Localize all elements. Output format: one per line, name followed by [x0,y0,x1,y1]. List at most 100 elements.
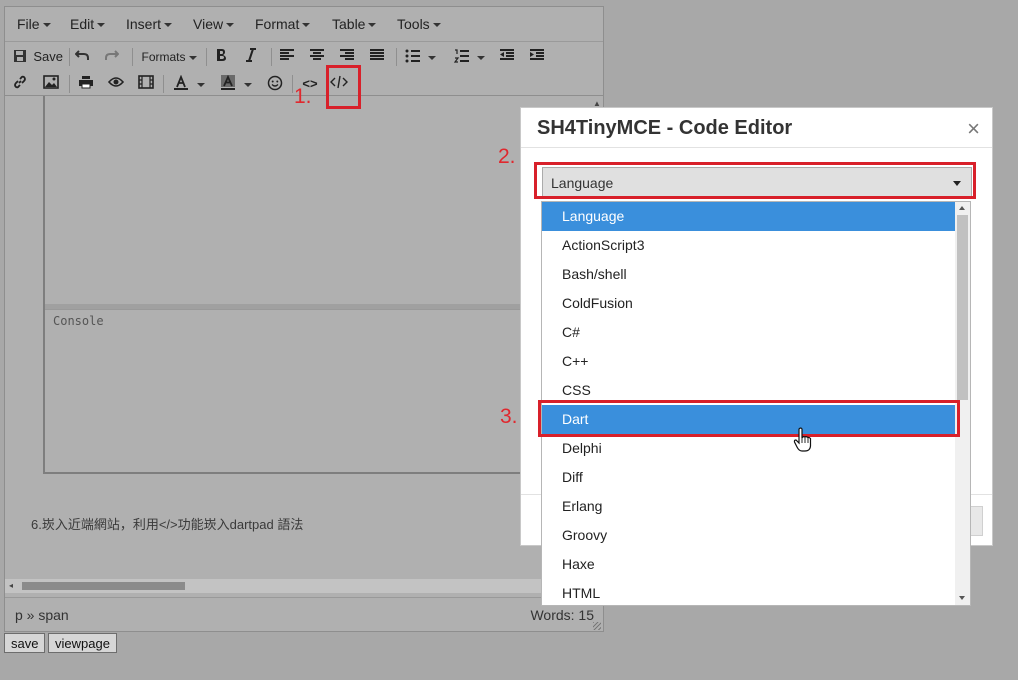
indent-button[interactable] [529,48,547,66]
paragraph-text: 6.崁入近端網站，利用</>功能崁入dartpad 語法 [31,517,304,532]
chevron-down-icon [197,82,205,87]
close-icon[interactable]: × [967,116,980,142]
menu-file[interactable]: File [17,16,51,32]
save-page-button[interactable]: save [4,633,46,653]
scroll-up-arrow-icon[interactable] [959,206,965,210]
menu-view-label: View [193,16,224,32]
formats-label: Formats [141,50,186,64]
toolbar-divider [69,48,70,66]
menu-tools[interactable]: Tools [397,16,441,32]
chevron-down-icon [97,23,106,28]
horizontal-scrollbar[interactable]: ◂ [5,579,603,593]
option-erlang[interactable]: Erlang [542,492,955,521]
outdent-button[interactable] [499,48,517,66]
element-path[interactable]: p » span [15,607,69,623]
align-left-icon [280,49,294,60]
step-3-highlight-box [538,400,960,437]
emoticons-icon [267,75,283,91]
bullet-list-button[interactable] [405,48,439,66]
background-color-button[interactable] [220,75,260,93]
image-button[interactable] [43,75,59,93]
scrollbar-thumb[interactable] [22,582,185,590]
viewpage-button[interactable]: viewpage [48,633,117,653]
chevron-down-icon [244,82,252,87]
menu-file-label: File [17,16,40,32]
chevron-down-icon [368,23,377,28]
statusbar: p » span Words: 15 [5,597,603,632]
step-1-highlight-box [326,65,361,109]
chevron-down-icon [302,23,311,28]
toolbar-row-1: Save Formats [5,44,603,70]
text-color-button[interactable] [173,75,213,93]
menubar: File Edit Insert View Format Table Tools [5,7,603,42]
print-button[interactable] [78,75,94,93]
scroll-left-arrow-icon[interactable]: ◂ [9,581,13,590]
step-1-annotation: 1. [294,85,312,108]
code-embed-area[interactable]: Console [43,96,603,474]
chevron-down-icon [477,55,485,60]
undo-icon [75,50,89,60]
menu-table[interactable]: Table [332,16,377,32]
option-cpp[interactable]: C++ [542,347,955,376]
link-icon [14,75,26,89]
dropdown-scrollbar-thumb[interactable] [957,215,968,400]
option-bash-shell[interactable]: Bash/shell [542,260,955,289]
chevron-down-icon [428,55,436,60]
align-left-button[interactable] [279,48,297,66]
menu-format[interactable]: Format [255,16,311,32]
bold-icon [217,49,226,61]
toolbar-divider [132,48,133,66]
toolbar-divider [206,48,207,66]
bullet-list-icon [405,49,420,63]
scroll-down-arrow-icon[interactable] [959,596,965,600]
option-actionscript3[interactable]: ActionScript3 [542,231,955,260]
option-groovy[interactable]: Groovy [542,521,955,550]
align-center-button[interactable] [309,48,327,66]
console-label: Console [53,314,104,328]
link-button[interactable] [13,75,29,93]
toolbar-divider [69,75,70,93]
text-color-icon [174,75,188,90]
option-coldfusion[interactable]: ColdFusion [542,289,955,318]
image-icon [43,75,59,89]
bold-button[interactable] [215,48,231,66]
media-icon [138,75,154,89]
option-html[interactable]: HTML [542,579,955,605]
dialog-header-divider [521,147,992,148]
chevron-down-icon [188,55,197,60]
menu-table-label: Table [332,16,366,32]
preview-button[interactable] [108,75,124,93]
save-label: Save [33,49,63,64]
media-button[interactable] [138,75,154,93]
dialog-title: SH4TinyMCE - Code Editor [537,117,793,139]
chevron-down-icon [226,23,235,28]
italic-button[interactable] [245,48,261,66]
save-button[interactable]: Save [13,48,65,66]
numbered-list-icon [454,49,469,63]
step-2-annotation: 2. [498,145,516,168]
align-right-button[interactable] [339,48,357,66]
menu-insert-label: Insert [126,16,162,32]
formats-dropdown[interactable]: Formats [139,48,199,66]
toolbar-divider [292,75,293,93]
indent-icon [530,49,544,60]
save-icon [14,50,26,62]
option-language[interactable]: Language [542,202,955,231]
menu-insert[interactable]: Insert [126,16,173,32]
menu-edit[interactable]: Edit [70,16,106,32]
option-diff[interactable]: Diff [542,463,955,492]
align-justify-button[interactable] [369,48,387,66]
option-haxe[interactable]: Haxe [542,550,955,579]
background-color-icon [221,75,235,90]
redo-button[interactable] [105,48,123,66]
undo-button[interactable] [75,48,93,66]
menu-view[interactable]: View [193,16,235,32]
resize-handle-icon[interactable] [593,622,601,630]
numbered-list-button[interactable] [454,48,488,66]
option-csharp[interactable]: C# [542,318,955,347]
option-delphi[interactable]: Delphi [542,434,955,463]
align-right-icon [340,49,354,60]
redo-icon [105,50,119,60]
emoticons-button[interactable] [267,75,283,93]
step-2-highlight-box [534,162,976,199]
